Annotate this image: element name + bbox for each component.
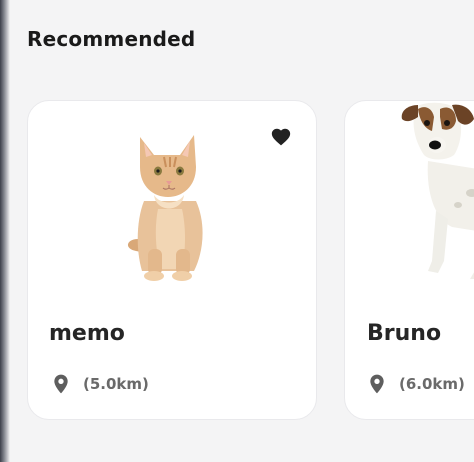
cat-image: [127, 135, 203, 281]
pet-distance: (6.0km): [399, 375, 465, 393]
pet-card-memo[interactable]: memo (5.0km): [27, 100, 317, 420]
dog-image: [401, 102, 474, 279]
section-title: Recommended: [27, 27, 196, 51]
location-pin-icon: [370, 374, 384, 394]
side-panel-edge: [0, 0, 10, 462]
heart-icon[interactable]: [270, 126, 292, 148]
pet-location: (6.0km): [369, 373, 465, 395]
location-pin-icon: [54, 374, 68, 394]
pet-distance: (5.0km): [83, 375, 149, 393]
app-screen: Recommended memo (5.0km) Bruno (6.0km): [0, 0, 474, 462]
pet-name: Bruno: [367, 321, 442, 346]
pet-card-bruno[interactable]: Bruno (6.0km): [344, 100, 474, 420]
pet-location: (5.0km): [53, 373, 149, 395]
pet-name: memo: [49, 321, 125, 346]
